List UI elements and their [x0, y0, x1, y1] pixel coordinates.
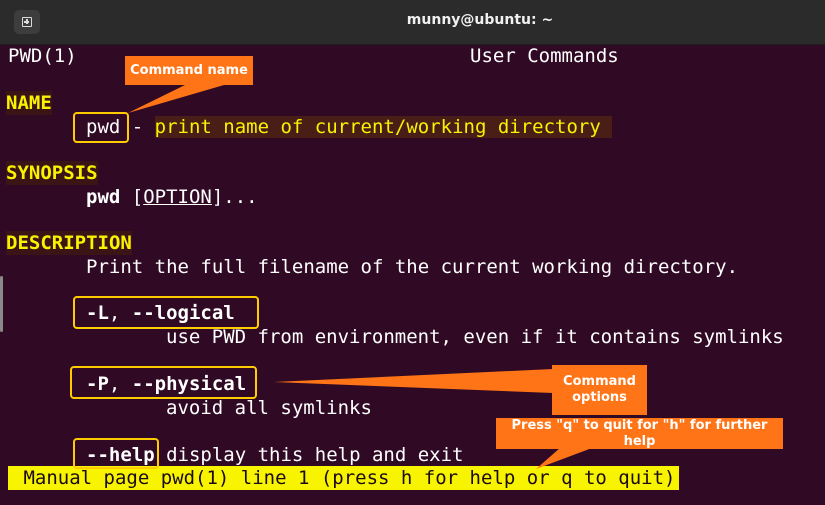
- callout-command-options: Command options: [552, 365, 647, 415]
- pointer-command-name: [128, 85, 224, 113]
- callout-quit-help: Press "q" to quit for "h" for further he…: [496, 418, 783, 449]
- callout-command-name: Command name: [125, 56, 253, 85]
- pointer-command-options: [274, 369, 553, 393]
- pointer-quit-help: [536, 448, 592, 469]
